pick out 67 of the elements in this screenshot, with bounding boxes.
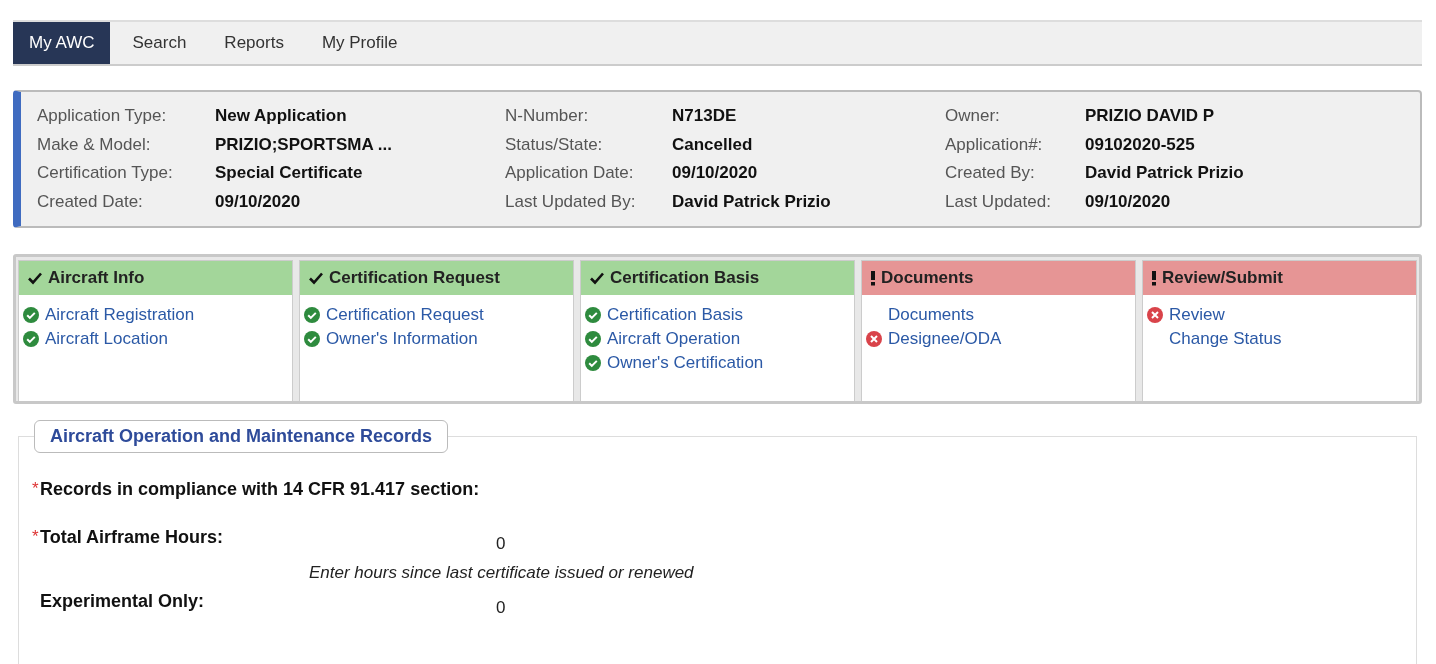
field-label: Created By: xyxy=(945,163,1036,184)
check-circle-icon xyxy=(304,307,320,323)
check-circle-icon xyxy=(585,307,601,323)
step-header: Certification Request xyxy=(300,261,573,295)
required-mark: * xyxy=(32,479,40,500)
check-circle-icon xyxy=(585,355,601,371)
required-mark: * xyxy=(32,527,40,548)
field-label: Status/State: xyxy=(505,134,604,155)
step-link[interactable]: Change Status xyxy=(1169,329,1282,349)
field-value: David Patrick Prizio xyxy=(1085,163,1244,184)
nav-tab[interactable]: My AWC xyxy=(13,22,111,64)
check-circle-icon xyxy=(585,331,601,347)
exclamation-icon xyxy=(1151,270,1157,286)
field-label: Records in compliance with 14 CFR 91.417 section: xyxy=(40,479,480,500)
field-value: David Patrick Prizio xyxy=(672,191,831,212)
field-label: Certification Type: xyxy=(37,163,174,184)
field-label: Experimental Only: xyxy=(40,591,205,612)
field-value: PRIZIO DAVID P xyxy=(1085,106,1215,127)
step-header: Documents xyxy=(862,261,1135,295)
check-circle-icon xyxy=(23,307,39,323)
field-label: Total Airframe Hours: xyxy=(40,527,224,548)
hint-text: Enter hours since last certificate issued or renewed xyxy=(309,563,695,583)
nav-tab[interactable]: Search xyxy=(116,22,203,64)
step-link[interactable]: Documents xyxy=(888,305,974,325)
field-label: Application#: xyxy=(945,134,1044,155)
field-label: Make & Model: xyxy=(37,134,152,155)
field-value: 0 xyxy=(496,534,506,554)
step-link[interactable]: Certification Basis xyxy=(607,305,744,325)
field-value: PRIZIO;SPORTSMA ... xyxy=(215,134,392,155)
field-label: Application Date: xyxy=(505,163,635,184)
check-icon xyxy=(308,270,324,286)
nav-tab[interactable]: Reports xyxy=(208,22,300,64)
field-value: Special Certificate xyxy=(215,163,363,184)
field-value: Cancelled xyxy=(672,134,753,155)
error-circle-icon xyxy=(866,331,882,347)
field-label: Created Date: xyxy=(37,191,144,212)
step-header: Review/Submit xyxy=(1143,261,1416,295)
field-value: New Application xyxy=(215,106,347,127)
step-link[interactable]: Designee/ODA xyxy=(888,329,1002,349)
section-legend: Aircraft Operation and Maintenance Records xyxy=(34,420,449,453)
field-label: Application Type: xyxy=(37,106,168,127)
field-label: Owner: xyxy=(945,106,1001,127)
check-icon xyxy=(27,270,43,286)
field-label: Last Updated By: xyxy=(505,191,637,212)
field-value: 09/10/2020 xyxy=(215,191,301,212)
step-link[interactable]: Review xyxy=(1169,305,1225,325)
exclamation-icon xyxy=(870,270,876,286)
step-header: Certification Basis xyxy=(581,261,854,295)
check-circle-icon xyxy=(304,331,320,347)
field-value: 09/10/2020 xyxy=(672,163,758,184)
step-link[interactable]: Owner's Information xyxy=(326,329,478,349)
check-circle-icon xyxy=(23,331,39,347)
step-link[interactable]: Aircraft Operation xyxy=(607,329,741,349)
step-link[interactable]: Certification Request xyxy=(326,305,484,325)
field-value: N713DE xyxy=(672,106,737,127)
field-value: 09102020-525 xyxy=(1085,134,1195,155)
step-header: Aircraft Info xyxy=(19,261,292,295)
nav-tab[interactable]: My Profile xyxy=(305,22,414,64)
step-link[interactable]: Owner's Certification xyxy=(607,353,764,373)
error-circle-icon xyxy=(1147,307,1163,323)
field-value: 09/10/2020 xyxy=(1085,191,1171,212)
field-label: Last Updated: xyxy=(945,191,1052,212)
step-link[interactable]: Aircraft Registration xyxy=(45,305,195,325)
field-value: 0 xyxy=(496,598,506,618)
field-label: N-Number: xyxy=(505,106,590,127)
check-icon xyxy=(589,270,605,286)
step-link[interactable]: Aircraft Location xyxy=(45,329,168,349)
